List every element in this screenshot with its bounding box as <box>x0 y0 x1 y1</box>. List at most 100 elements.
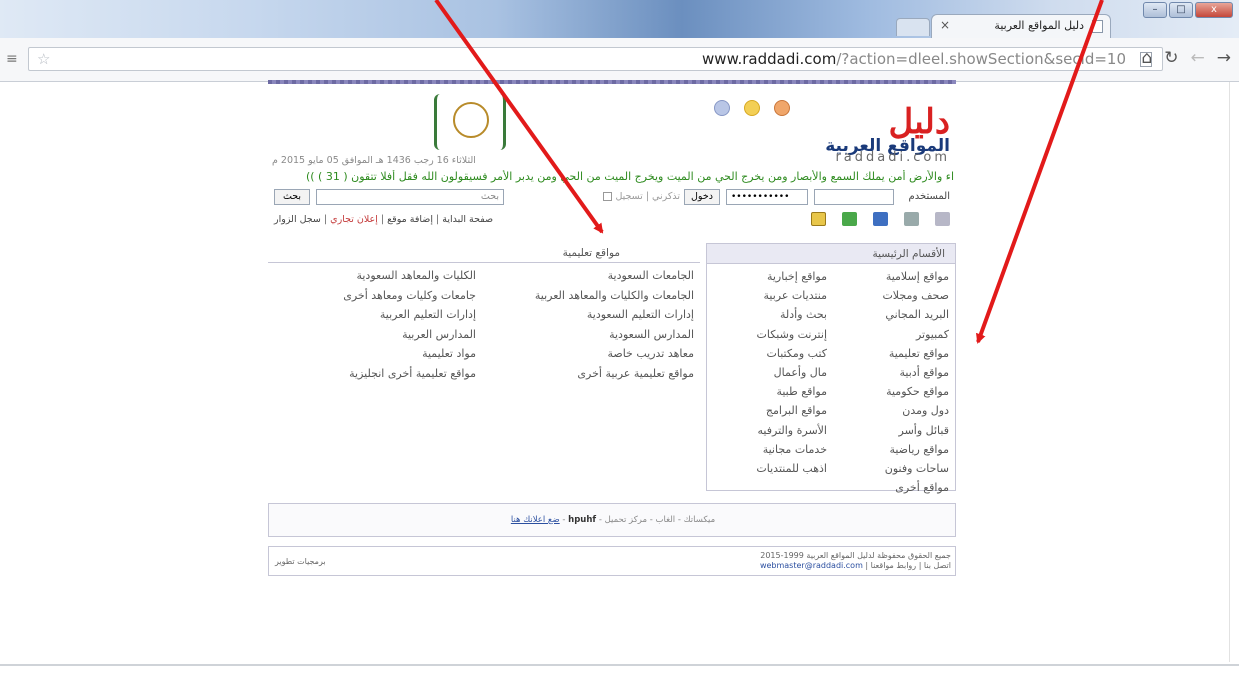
car-icon[interactable] <box>873 212 888 226</box>
section-column-1: الجامعات السعودية الجامعات والكليات والم… <box>494 269 694 386</box>
address-bar[interactable]: ☆ www.raddadi.com/?action=dleel.showSect… <box>28 47 1163 71</box>
username-input[interactable] <box>814 189 894 205</box>
subsection-link[interactable]: الجامعات والكليات والمعاهد العربية <box>494 289 694 309</box>
subsection-link[interactable]: معاهد تدريب خاصة <box>494 347 694 367</box>
forward-icon[interactable]: ← <box>1191 48 1205 68</box>
emblem-seal-icon <box>453 102 489 138</box>
category-link[interactable]: مواقع تعليمية <box>839 347 949 366</box>
category-link[interactable]: مواقع أدبية <box>839 366 949 385</box>
subsection-link[interactable]: الكليات والمعاهد السعودية <box>276 269 476 289</box>
category-link[interactable]: بحث وأدلة <box>717 308 827 327</box>
calendar-icon[interactable] <box>811 212 826 226</box>
nav-add-site-link[interactable]: إضافة موقع <box>387 214 433 225</box>
date-line: الثلاثاء 16 رجب 1436 هـ الموافق 05 مايو … <box>272 155 476 166</box>
nav-row: صفحة البداية | إضافة موقع | إعلان تجاري … <box>268 212 956 230</box>
tree-icon[interactable] <box>842 212 857 226</box>
subsection-link[interactable]: الجامعات السعودية <box>494 269 694 289</box>
category-link[interactable]: مواقع إخبارية <box>717 270 827 289</box>
page-favicon-icon <box>1092 20 1103 33</box>
developer-credit[interactable]: برمجيات تطوير <box>275 557 326 566</box>
main-categories-title: الأقسام الرئيسية <box>707 244 955 264</box>
section-title: مواقع تعليمية <box>268 243 700 263</box>
category-link[interactable]: مواقع حكومية <box>839 385 949 404</box>
menu-icon[interactable]: ≡ <box>6 51 18 67</box>
subsection-link[interactable]: المدارس السعودية <box>494 328 694 348</box>
contact-links[interactable]: اتصل بنا | روابط مواقعنا | <box>865 561 951 570</box>
minimize-button[interactable]: – <box>1143 2 1167 18</box>
nav-separator: | <box>380 214 385 225</box>
category-link[interactable]: دول ومدن <box>839 404 949 423</box>
subsection-link[interactable]: مواقع تعليمية عربية أخرى <box>494 367 694 387</box>
category-link[interactable]: مال وأعمال <box>717 366 827 385</box>
hpuhf-link[interactable]: hpuhf <box>568 515 596 525</box>
browser-tab[interactable]: × دليل المواقع العربية <box>931 14 1111 38</box>
search-button[interactable]: بحث <box>274 189 310 205</box>
chat-icon[interactable] <box>935 212 950 226</box>
site-header: دليل المواقع العربية raddadi.com الثلاثا… <box>268 84 956 228</box>
category-link[interactable]: صحف ومجلات <box>839 289 949 308</box>
category-link[interactable]: مواقع طبية <box>717 385 827 404</box>
home-icon[interactable] <box>774 100 790 116</box>
maximize-button[interactable]: □ <box>1169 2 1193 18</box>
categories-column-1: مواقع إسلامية صحف ومجلات البريد المجاني … <box>839 270 949 500</box>
footer-copyright-bar: جميع الحقوق محفوظة لدليل المواقع العربية… <box>268 546 956 576</box>
category-link[interactable]: كمبيوتر <box>839 328 949 347</box>
section-column-2: الكليات والمعاهد السعودية جامعات وكليات … <box>276 269 476 386</box>
category-link[interactable]: ساحات وفنون <box>839 462 949 481</box>
globe-icon[interactable] <box>714 100 730 116</box>
copyright: جميع الحقوق محفوظة لدليل المواقع العربية… <box>760 551 951 571</box>
footer-dash: - <box>562 515 566 525</box>
nav-ads-link[interactable]: إعلان تجاري <box>330 214 378 225</box>
subsection-link[interactable]: المدارس العربية <box>276 328 476 348</box>
remember-checkbox[interactable] <box>603 192 613 201</box>
subsection-link[interactable]: جامعات وكليات ومعاهد أخرى <box>276 289 476 309</box>
quran-verse-ticker: اء والأرض أمن يملك السمع والأبصار ومن يخ… <box>305 170 954 183</box>
category-link[interactable]: مواقع إسلامية <box>839 270 949 289</box>
webmaster-email[interactable]: webmaster@raddadi.com <box>760 561 863 570</box>
browser-titlebar: × دليل المواقع العربية – □ x <box>0 0 1239 38</box>
nav-home-link[interactable]: صفحة البداية <box>442 214 493 225</box>
star-icon[interactable] <box>744 100 760 116</box>
url-text[interactable]: www.raddadi.com/?action=dleel.showSectio… <box>702 50 1126 68</box>
advertise-link[interactable]: ضع اعلانك هنا <box>511 515 560 525</box>
category-link[interactable]: الأسرة والترفيه <box>717 424 827 443</box>
nav-guestbook-link[interactable]: سجل الزوار <box>274 214 321 225</box>
phone-icon[interactable] <box>904 212 919 226</box>
subsection-link[interactable]: إدارات التعليم العربية <box>276 308 476 328</box>
partner-links[interactable]: ميكساتك - الغاب - مركز تحميل - <box>599 515 715 525</box>
login-button[interactable]: دخول <box>684 189 720 205</box>
category-link[interactable]: كتب ومكتبات <box>717 347 827 366</box>
remember-text[interactable]: تذكرني | تسجيل <box>615 191 680 202</box>
footer-links: ميكساتك - الغاب - مركز تحميل - hpuhf - ض… <box>269 515 957 525</box>
scrollbar-track[interactable] <box>1229 82 1239 662</box>
close-window-button[interactable]: x <box>1195 2 1233 18</box>
category-link[interactable]: مواقع البرامج <box>717 404 827 423</box>
nav-separator: | <box>436 214 440 225</box>
category-link[interactable]: مواقع رياضية <box>839 443 949 462</box>
home-icon[interactable]: ⌂ <box>1141 48 1152 68</box>
url-path: /?action=dleel.showSection&secid=10 <box>836 50 1126 68</box>
category-link[interactable]: قبائل وأسر <box>839 424 949 443</box>
subsection-link[interactable]: مواقع تعليمية أخرى انجليزية <box>276 367 476 387</box>
back-icon[interactable]: → <box>1217 48 1231 68</box>
new-tab-button[interactable] <box>896 18 930 36</box>
subsection-link[interactable]: مواد تعليمية <box>276 347 476 367</box>
category-link[interactable]: البريد المجاني <box>839 308 949 327</box>
category-link[interactable]: اذهب للمنتديات <box>717 462 827 481</box>
header-icons <box>714 100 790 116</box>
kingdom-emblem <box>434 94 506 150</box>
browser-toolbar: ≡ ☆ www.raddadi.com/?action=dleel.showSe… <box>0 38 1239 82</box>
category-link[interactable]: خدمات مجانية <box>717 443 827 462</box>
category-link[interactable]: إنترنت وشبكات <box>717 328 828 347</box>
reload-icon[interactable]: ↻ <box>1164 48 1178 68</box>
footer-links-bar: ميكساتك - الغاب - مركز تحميل - hpuhf - ض… <box>268 503 956 537</box>
tab-close-icon[interactable]: × <box>940 18 950 32</box>
tab-title: دليل المواقع العربية <box>994 19 1084 32</box>
remember-me[interactable]: تذكرني | تسجيل <box>601 191 680 202</box>
bookmark-star-icon[interactable]: ☆ <box>37 50 50 68</box>
category-link[interactable]: مواقع أخرى <box>839 481 949 500</box>
search-input[interactable]: بحث <box>316 189 504 205</box>
subsection-link[interactable]: إدارات التعليم السعودية <box>494 308 694 328</box>
category-link[interactable]: منتديات عربية <box>717 289 827 308</box>
password-input[interactable]: ••••••••••• <box>726 189 808 205</box>
